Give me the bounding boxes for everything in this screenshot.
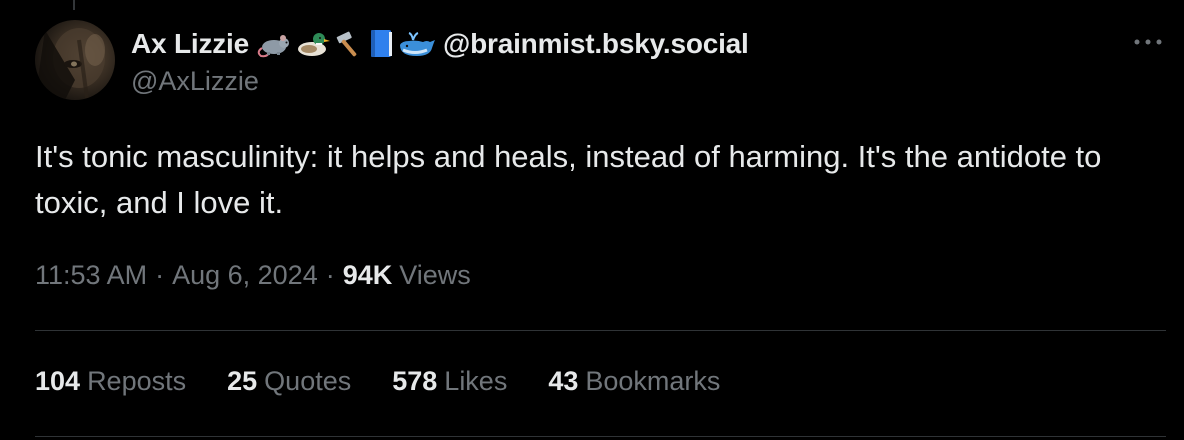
tweet-date[interactable]: Aug 6, 2024 [172,260,318,291]
likes-count: 578 [392,366,438,396]
tweet-meta-row: 11:53 AM · Aug 6, 2024 · 94K Views [35,260,471,291]
views-count[interactable]: 94K [343,260,393,291]
likes-label: Likes [444,366,508,396]
divider [35,330,1166,331]
author-name-suffix[interactable]: @brainmist.bsky.social [443,28,749,60]
more-options-button[interactable] [1130,30,1166,54]
thread-connector-line [73,0,75,10]
views-label[interactable]: Views [399,260,471,291]
name-emoji-group [257,28,437,60]
author-name-row[interactable]: Ax Lizzie @brainmist.bsky.social [131,25,749,63]
bookmarks-label: Bookmarks [585,366,721,396]
bookmarks-count: 43 [548,366,579,396]
author-display-name[interactable]: Ax Lizzie [131,28,249,60]
rat-emoji-icon [257,35,290,58]
quotes-stat[interactable]: 25 Quotes [227,366,351,397]
quotes-count: 25 [227,366,258,396]
reposts-stat[interactable]: 104 Reposts [35,366,186,397]
likes-stat[interactable]: 578 Likes [392,366,507,397]
divider [35,436,1166,437]
hammer-emoji-icon [336,31,357,57]
engagement-stats-row: 104 Reposts 25 Quotes 578 Likes 43 Bookm… [35,366,761,397]
tweet-time[interactable]: 11:53 AM [35,260,147,291]
reposts-label: Reposts [87,366,187,396]
avatar[interactable] [35,20,115,100]
blue-book-emoji-icon [371,30,393,57]
tweet-text: It's tonic masculinity: it helps and hea… [35,139,1102,220]
reposts-count: 104 [35,366,81,396]
bookmarks-stat[interactable]: 43 Bookmarks [548,366,720,397]
duck-emoji-icon [298,33,331,56]
more-dots-icon [1134,39,1162,45]
meta-separator: · [155,260,165,290]
quotes-label: Quotes [264,366,352,396]
author-handle[interactable]: @AxLizzie [131,66,259,97]
whale-emoji-icon [400,32,436,56]
meta-separator: · [325,260,335,290]
